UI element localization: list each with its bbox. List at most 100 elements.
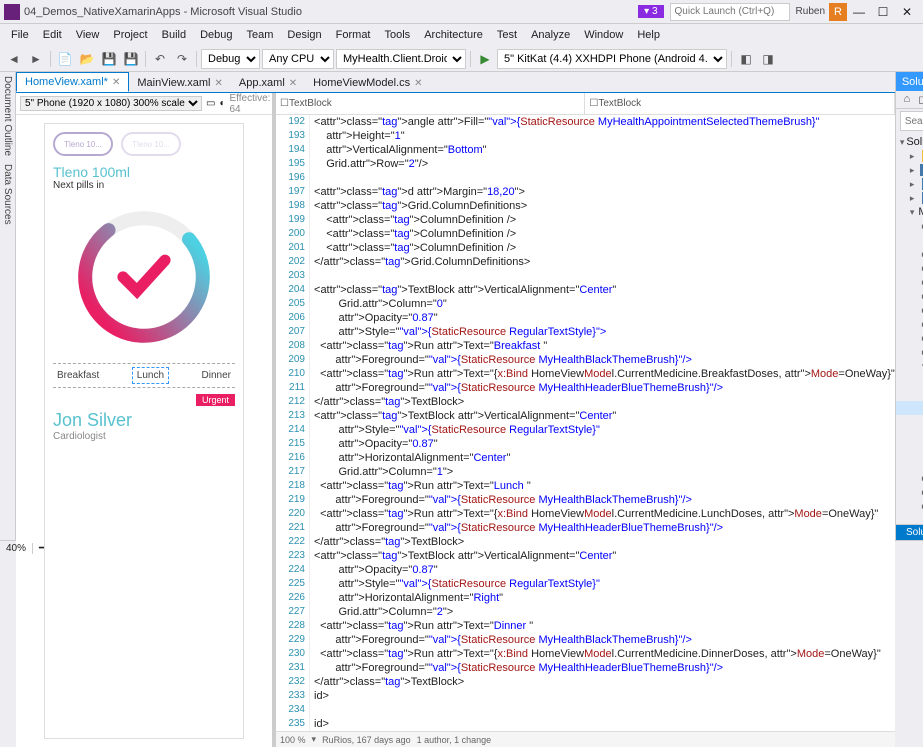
tab-close-icon[interactable]: ✕ — [215, 78, 223, 89]
doc-tab[interactable]: MainView.xaml✕ — [129, 74, 231, 92]
tree-node[interactable]: ▸MainView.xaml — [896, 415, 923, 429]
menu-build[interactable]: Build — [155, 27, 193, 43]
menu-format[interactable]: Format — [329, 27, 378, 43]
patient-role: Cardiologist — [53, 431, 235, 442]
startup-project-combo[interactable]: MyHealth.Client.Droid — [336, 49, 466, 69]
patient-name: Jon Silver — [53, 410, 235, 431]
tab-close-icon[interactable]: ✕ — [112, 77, 120, 88]
code-text-area[interactable]: <attr">class="tag">angle attr">Fill=""va… — [310, 115, 895, 731]
device-preview-combo[interactable]: 5" Phone (1920 x 1080) 300% scale — [20, 96, 202, 111]
maximize-button[interactable]: ☐ — [871, 5, 895, 19]
menu-test[interactable]: Test — [490, 27, 524, 43]
tab-close-icon[interactable]: ✕ — [289, 78, 297, 89]
toolbar-extra-1[interactable]: ◧ — [736, 49, 756, 69]
menu-tools[interactable]: Tools — [378, 27, 418, 43]
tree-node[interactable]: ▸Behaviors — [896, 261, 923, 275]
tree-node[interactable]: MyHealth.Client.W10.UWP_StoreKey.pfx — [896, 513, 923, 524]
solution-root[interactable]: ▾Solution '04_Demos_NativeXamarinApps' (… — [896, 135, 923, 149]
effective-res-label: Effective: 64 — [230, 93, 271, 115]
titlebar: 04_Demos_NativeXamarinApps - Microsoft V… — [0, 0, 923, 24]
run-target-combo[interactable]: 5" KitKat (4.4) XXHDPI Phone (Android 4.… — [497, 49, 727, 69]
menu-project[interactable]: Project — [106, 27, 154, 43]
main-toolbar: ◄ ► 📄 📂 💾 💾 ↶ ↷ Debug Any CPU MyHealth.C… — [0, 46, 923, 72]
minimize-button[interactable]: — — [847, 5, 871, 19]
blame-author[interactable]: RuRios, 167 days ago — [322, 735, 411, 745]
tree-node[interactable]: ▸App.xaml — [896, 471, 923, 485]
menu-file[interactable]: File — [4, 27, 36, 43]
tree-node[interactable]: ▸DebugTrace.cs — [896, 499, 923, 513]
code-nav-right[interactable]: ☐ TextBlock — [585, 93, 894, 114]
tree-node[interactable]: ▸Base — [896, 373, 923, 387]
save-all-button[interactable]: 💾 — [121, 49, 141, 69]
tree-node[interactable]: ▸Controls — [896, 289, 923, 303]
tree-node[interactable]: References — [896, 233, 923, 247]
undo-button[interactable]: ↶ — [150, 49, 170, 69]
tree-node[interactable]: ▸HomeView.xaml — [896, 401, 923, 415]
tab-solution-explorer[interactable]: Solution Explorer — [896, 525, 923, 540]
run-button[interactable]: ▶ — [475, 49, 495, 69]
meals-row: Breakfast Lunch Dinner — [53, 363, 235, 388]
meal-breakfast: Breakfast — [53, 368, 103, 383]
tree-node[interactable]: ▸Assets — [896, 247, 923, 261]
data-sources-tab[interactable]: Data Sources — [0, 160, 15, 229]
tree-node[interactable]: ▸Helper — [896, 317, 923, 331]
zoom-level[interactable]: 100 % — [280, 735, 306, 745]
notification-badge[interactable]: ▾ 3 — [638, 5, 663, 18]
home-icon[interactable]: ⌂ — [900, 93, 914, 106]
solution-explorer-panel: Solution Explorer ▾ ✕ ⌂◻⟳⇆▦⚙👁 ▾Solution … — [895, 72, 923, 540]
tab-close-icon[interactable]: ✕ — [414, 78, 422, 89]
collapse-icon[interactable]: ◻ — [916, 93, 923, 106]
tree-node[interactable]: ▸Styles — [896, 345, 923, 359]
solution-tree[interactable]: ▾Solution '04_Demos_NativeXamarinApps' (… — [896, 133, 923, 524]
user-name[interactable]: Ruben — [796, 6, 825, 17]
menu-help[interactable]: Help — [630, 27, 667, 43]
toolbar-extra-2[interactable]: ◨ — [758, 49, 778, 69]
tree-node[interactable]: ▸MyHealth.Client.iOS — [896, 191, 923, 205]
tree-node[interactable]: ▸SettingsView.xaml — [896, 429, 923, 443]
tree-node[interactable]: ▸Converters — [896, 303, 923, 317]
config-combo[interactable]: Debug — [201, 49, 260, 69]
user-avatar[interactable]: R — [829, 3, 847, 21]
open-button[interactable]: 📂 — [77, 49, 97, 69]
tree-node[interactable]: ▸Properties — [896, 219, 923, 233]
tree-node[interactable]: ▸UserView.xaml — [896, 457, 923, 471]
tree-node[interactable]: ▸TreatmentView.xaml — [896, 443, 923, 457]
menu-debug[interactable]: Debug — [193, 27, 239, 43]
doc-tab[interactable]: HomeView.xaml*✕ — [16, 72, 129, 92]
blame-changes[interactable]: 1 author, 1 change — [417, 735, 492, 745]
platform-combo[interactable]: Any CPU — [262, 49, 334, 69]
tree-node[interactable]: ▾Views — [896, 359, 923, 373]
new-project-button[interactable]: 📄 — [55, 49, 75, 69]
designer-canvas[interactable]: Tleno 10... Tleno 10... Tleno 100ml Next… — [16, 115, 272, 747]
menu-window[interactable]: Window — [577, 27, 630, 43]
tree-node[interactable]: ▸Bootstrap — [896, 275, 923, 289]
tree-node[interactable]: ▸MyHealth.Client.Droid — [896, 177, 923, 191]
meal-dinner: Dinner — [198, 368, 235, 383]
menu-edit[interactable]: Edit — [36, 27, 69, 43]
close-button[interactable]: ✕ — [895, 5, 919, 19]
nav-back-button[interactable]: ◄ — [4, 49, 24, 69]
tree-node[interactable]: ▸AppointmentsView.xaml — [896, 387, 923, 401]
document-outline-tab[interactable]: Document Outline — [0, 72, 15, 160]
theme-button[interactable]: ◐ — [219, 98, 225, 109]
menu-team[interactable]: Team — [240, 27, 281, 43]
menu-analyze[interactable]: Analyze — [524, 27, 577, 43]
tree-node[interactable]: ▸Tests — [896, 149, 923, 163]
quick-launch-input[interactable] — [670, 3, 790, 21]
tree-node[interactable]: ▾MyHealth.Client.W10.UWP (Universal Wind… — [896, 205, 923, 219]
tree-node[interactable]: ▸Services — [896, 331, 923, 345]
solution-search-input[interactable] — [900, 111, 923, 131]
doc-tab[interactable]: HomeViewModel.cs✕ — [305, 74, 430, 92]
code-nav-left[interactable]: ☐ TextBlock — [276, 93, 585, 114]
menu-design[interactable]: Design — [280, 27, 328, 43]
menu-view[interactable]: View — [69, 27, 107, 43]
nav-fwd-button[interactable]: ► — [26, 49, 46, 69]
redo-button[interactable]: ↷ — [172, 49, 192, 69]
doc-tab[interactable]: App.xaml✕ — [231, 74, 305, 92]
tree-node[interactable]: ▸MyHealth.Client.Core (Portable) — [896, 163, 923, 177]
tree-node[interactable]: ▸ApplicationInsights.config — [896, 485, 923, 499]
menu-architecture[interactable]: Architecture — [417, 27, 490, 43]
save-button[interactable]: 💾 — [99, 49, 119, 69]
orientation-button[interactable]: ▭ — [206, 98, 215, 109]
phone-preview: Tleno 10... Tleno 10... Tleno 100ml Next… — [44, 123, 244, 739]
